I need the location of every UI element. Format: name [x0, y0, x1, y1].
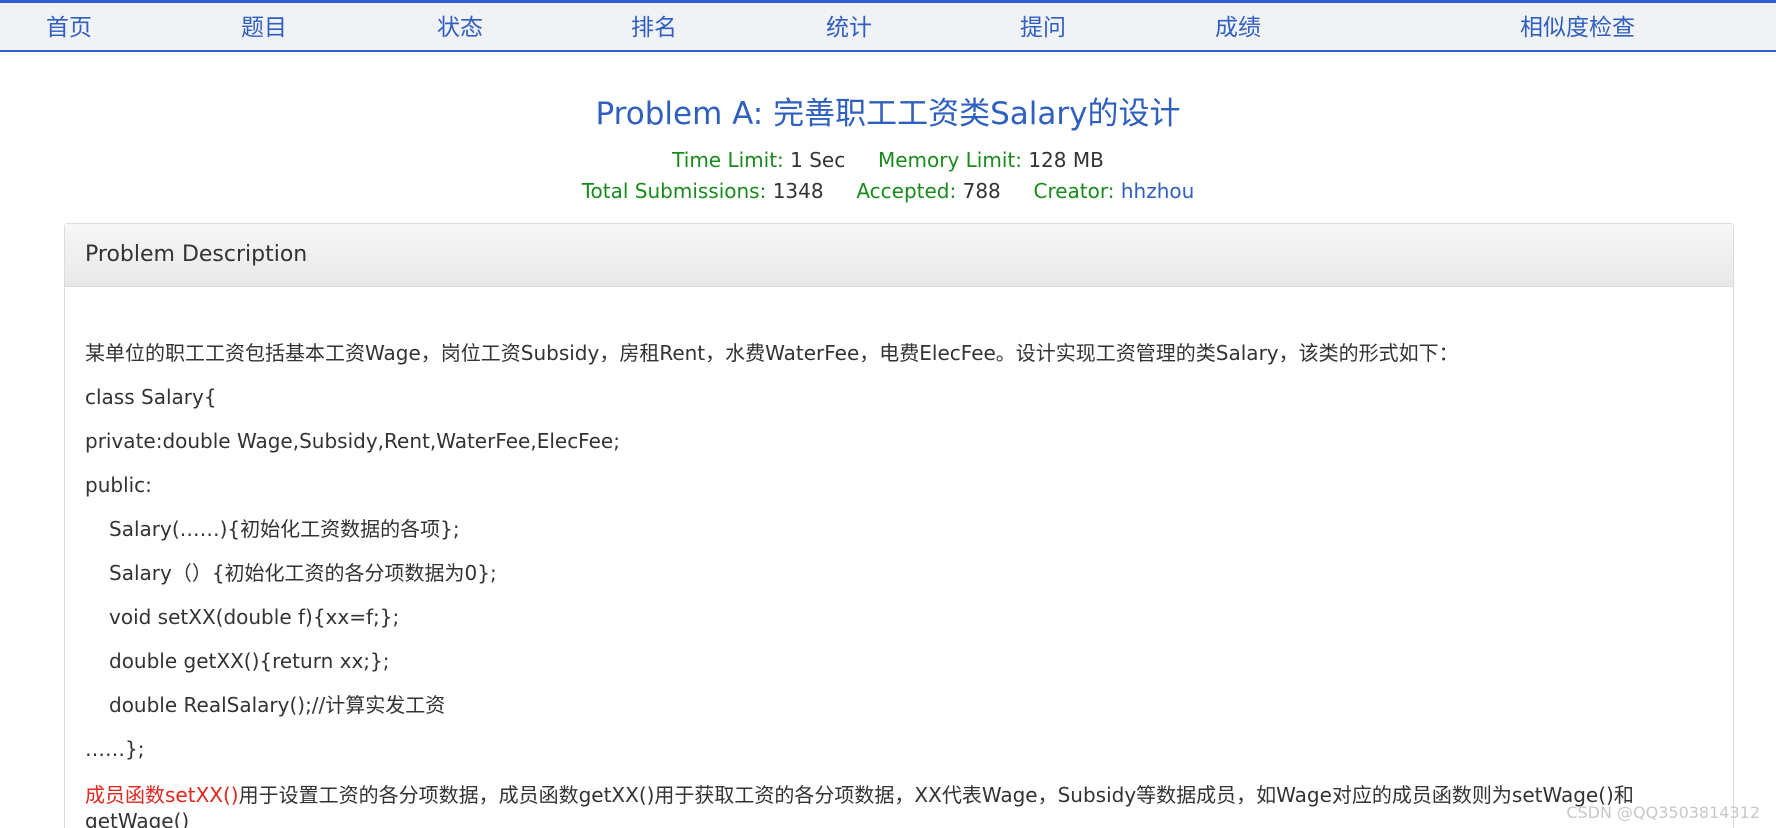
nav-similarity-check[interactable]: 相似度检查 [1520, 13, 1635, 43]
nav-problems[interactable]: 题目 [241, 13, 287, 43]
top-nav: 首页 题目 状态 排名 统计 提问 成绩 相似度检查 [0, 0, 1776, 52]
total-submissions-value[interactable]: 1348 [773, 179, 824, 203]
code-line: double getXX(){return xx;}; [109, 649, 390, 673]
description-panel: Problem Description 某单位的职工工资包括基本工资Wage，岗… [64, 223, 1734, 828]
nav-status[interactable]: 状态 [437, 13, 483, 43]
desc-line: 某单位的职工工资包括基本工资Wage，岗位工资Subsidy，房租Rent，水费… [85, 341, 1459, 365]
accepted-label: Accepted: [856, 179, 957, 203]
nav-questions[interactable]: 提问 [1020, 13, 1066, 43]
creator-link[interactable]: hhzhou [1121, 179, 1194, 203]
total-submissions-label: Total Submissions: [581, 179, 767, 203]
page: 首页 题目 状态 排名 统计 提问 成绩 相似度检查 Problem A: 完善… [0, 0, 1776, 828]
limits-line: Time Limit: 1 Sec Memory Limit: 128 MB [0, 147, 1776, 173]
code-line: private:double Wage,Subsidy,Rent,WaterFe… [85, 429, 620, 453]
time-limit-label: Time Limit: [672, 148, 784, 172]
nav-statistics[interactable]: 统计 [826, 13, 872, 43]
nav-ranking[interactable]: 排名 [631, 13, 677, 43]
member-function-note: 成员函数setXX()用于设置工资的各分项数据，成员函数getXX()用于获取工… [85, 782, 1634, 808]
memory-limit-value: 128 MB [1028, 148, 1104, 172]
code-line: public: [85, 473, 152, 497]
note-wrap-line: getWage() [85, 809, 190, 828]
code-line: Salary(……){初始化工资数据的各项}; [109, 517, 460, 541]
nav-home[interactable]: 首页 [46, 13, 92, 43]
code-line: double RealSalary();//计算实发工资 [109, 693, 446, 717]
code-line: class Salary{ [85, 385, 217, 409]
accepted-value[interactable]: 788 [963, 179, 1001, 203]
code-line: ……}; [85, 737, 145, 761]
creator-label: Creator: [1033, 179, 1115, 203]
problem-title: Problem A: 完善职工工资类Salary的设计 [595, 96, 1181, 132]
memory-limit-label: Memory Limit: [877, 148, 1022, 172]
nav-scores[interactable]: 成绩 [1215, 13, 1261, 43]
watermark: CSDN @QQ3503814312 [1566, 803, 1760, 822]
time-limit-value: 1 Sec [790, 148, 846, 172]
highlight-text: 成员函数setXX() [85, 783, 239, 807]
stats-line: Total Submissions: 1348 Accepted: 788 Cr… [0, 178, 1776, 204]
description-heading: Problem Description [65, 224, 1733, 287]
code-line: Salary（）{初始化工资的各分项数据为0}; [109, 561, 497, 585]
note-text: 用于设置工资的各分项数据，成员函数getXX()用于获取工资的各分项数据，XX代… [238, 783, 1634, 807]
code-line: void setXX(double f){xx=f;}; [109, 605, 400, 629]
